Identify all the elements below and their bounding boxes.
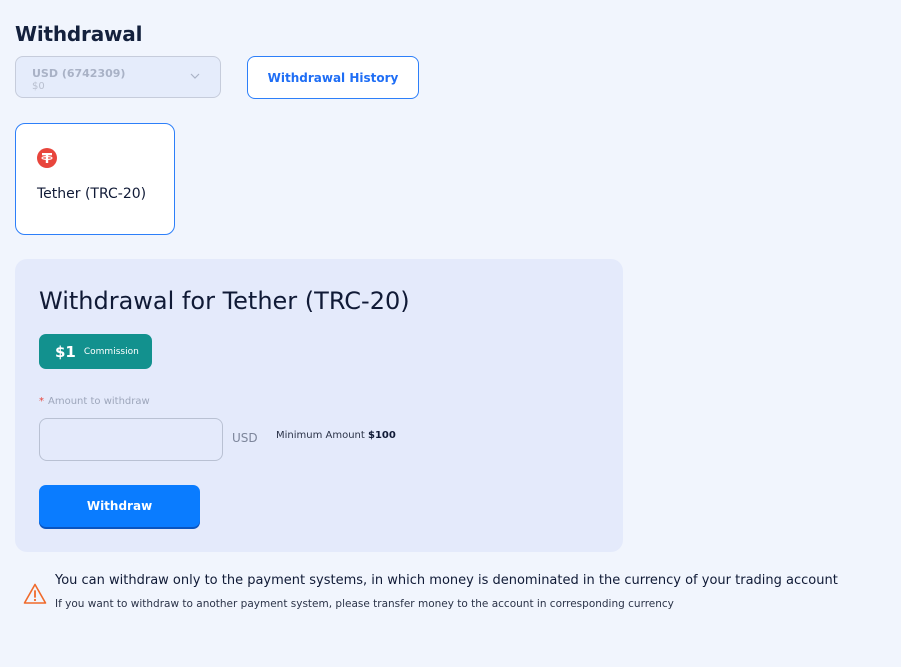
withdrawal-history-button[interactable]: Withdrawal History — [247, 56, 419, 99]
account-name: USD (6742309) — [32, 67, 126, 80]
minimum-amount-value: $100 — [368, 430, 396, 441]
required-mark: * — [39, 396, 44, 407]
commission-label: Commission — [83, 346, 139, 357]
payment-method-tether-trc20[interactable]: Tether (TRC-20) — [15, 123, 175, 235]
page-title: Withdrawal — [15, 22, 143, 46]
minimum-amount: Minimum Amount $100 — [276, 430, 396, 441]
withdrawal-page: Withdrawal USD (6742309) $0 Withdrawal H… — [0, 0, 901, 667]
warning-icon — [23, 583, 47, 604]
withdrawal-form-panel: Withdrawal for Tether (TRC-20) $1 Commis… — [15, 259, 623, 552]
chevron-down-icon — [190, 73, 200, 79]
account-select[interactable]: USD (6742309) $0 — [15, 56, 221, 98]
account-balance: $0 — [32, 81, 45, 92]
notice-main-text: You can withdraw only to the payment sys… — [55, 573, 838, 588]
amount-input[interactable] — [39, 418, 223, 461]
amount-label-text: Amount to withdraw — [48, 396, 150, 407]
tether-icon — [37, 148, 57, 168]
commission-badge: $1 Commission — [39, 334, 152, 369]
withdraw-button[interactable]: Withdraw — [39, 485, 200, 527]
amount-field-label: * Amount to withdraw — [39, 396, 150, 407]
notice-sub-text: If you want to withdraw to another payme… — [55, 598, 674, 610]
minimum-amount-label: Minimum Amount — [276, 430, 365, 441]
currency-label: USD — [232, 431, 258, 445]
withdrawal-form-title: Withdrawal for Tether (TRC-20) — [39, 287, 410, 315]
payment-method-label: Tether (TRC-20) — [37, 186, 147, 202]
commission-amount: $1 — [55, 342, 76, 361]
